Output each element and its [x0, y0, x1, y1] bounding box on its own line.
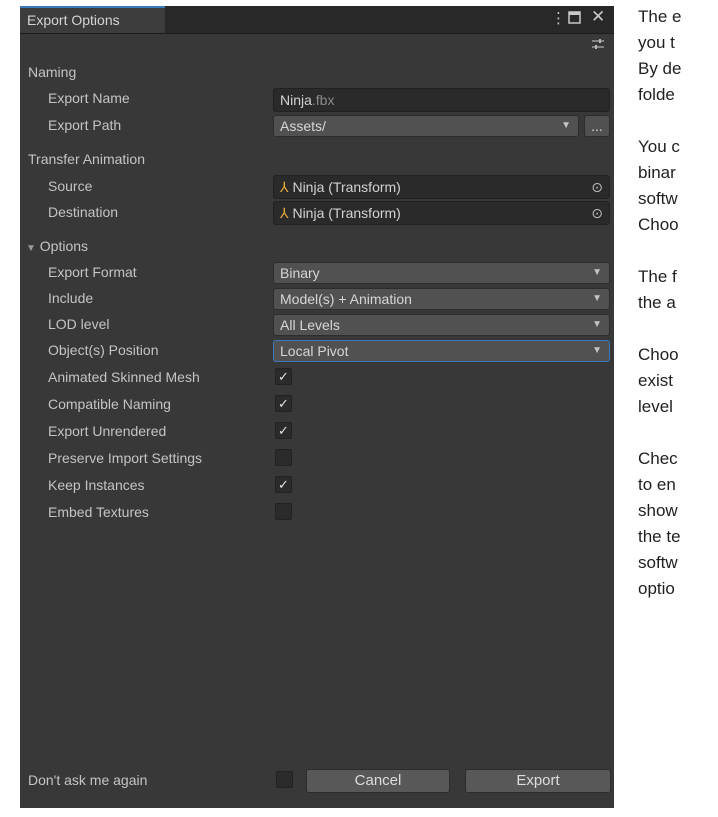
chevron-down-icon: ▼ [592, 345, 602, 356]
doc-line: show [638, 501, 678, 520]
lod-level-value: All Levels [280, 317, 340, 333]
doc-paragraph: You c binar softw Choo [638, 134, 718, 238]
checkmark-icon: ✓ [278, 396, 289, 411]
options-section-label: Options [39, 238, 89, 254]
source-field[interactable]: ⅄ Ninja (Transform) ⊙ [273, 175, 610, 199]
naming-section-label: Naming [28, 64, 77, 80]
export-name-label: Export Name [48, 90, 130, 106]
doc-line: the a [638, 293, 676, 312]
embed-textures-label: Embed Textures [48, 504, 149, 520]
destination-value: Ninja (Transform) [292, 205, 401, 221]
export-unrendered-label: Export Unrendered [48, 423, 167, 439]
export-name-base: Ninja [280, 92, 312, 108]
chevron-down-icon: ▼ [561, 120, 571, 131]
include-value: Model(s) + Animation [280, 291, 412, 307]
include-dropdown[interactable]: Model(s) + Animation ▼ [273, 288, 610, 310]
export-button[interactable]: Export [465, 769, 611, 793]
close-icon[interactable]: ✕ [591, 7, 605, 27]
compatible-naming-checkbox[interactable]: ✓ [275, 395, 292, 412]
doc-line: Chec [638, 449, 678, 468]
preserve-import-settings-checkbox[interactable] [275, 449, 292, 466]
options-foldout[interactable]: ▼ Options [26, 238, 88, 254]
destination-label: Destination [48, 204, 119, 220]
source-value: Ninja (Transform) [292, 179, 401, 195]
doc-line: The f [638, 267, 677, 286]
lod-level-dropdown[interactable]: All Levels ▼ [273, 314, 610, 336]
keep-instances-label: Keep Instances [48, 477, 145, 493]
lod-level-label: LOD level [48, 316, 110, 332]
doc-paragraph: Choo exist level [638, 342, 718, 420]
export-name-extension: .fbx [311, 92, 335, 108]
doc-line: softw [638, 189, 678, 208]
maximize-icon[interactable] [568, 10, 581, 30]
doc-line: to en [638, 475, 676, 494]
title-bar: Export Options ⋮ ✕ [20, 6, 614, 34]
transform-icon: ⅄ [280, 205, 289, 221]
export-path-label: Export Path [48, 117, 122, 133]
preserve-import-settings-label: Preserve Import Settings [48, 450, 203, 466]
transfer-animation-section-label: Transfer Animation [28, 151, 145, 167]
doc-line: By de [638, 59, 682, 78]
animated-skinned-mesh-checkbox[interactable]: ✓ [275, 368, 292, 385]
animated-skinned-mesh-label: Animated Skinned Mesh [48, 369, 200, 385]
doc-line: you t [638, 33, 675, 52]
object-position-label: Object(s) Position [48, 342, 159, 358]
export-path-value: Assets/ [280, 118, 326, 134]
object-position-value: Local Pivot [280, 343, 349, 359]
foldout-arrow-icon: ▼ [26, 243, 36, 254]
checkmark-icon: ✓ [278, 423, 289, 438]
destination-field[interactable]: ⅄ Ninja (Transform) ⊙ [273, 201, 610, 225]
dont-ask-again-label: Don't ask me again [28, 772, 148, 788]
export-format-dropdown[interactable]: Binary ▼ [273, 262, 610, 284]
compatible-naming-label: Compatible Naming [48, 396, 171, 412]
tab-export-options[interactable]: Export Options [20, 6, 165, 33]
doc-line: exist [638, 371, 673, 390]
checkmark-icon: ✓ [278, 369, 289, 384]
doc-line: optio [638, 579, 675, 598]
export-unrendered-checkbox[interactable]: ✓ [275, 422, 292, 439]
chevron-down-icon: ▼ [592, 319, 602, 330]
doc-line: softw [638, 553, 678, 572]
object-position-dropdown[interactable]: Local Pivot ▼ [273, 340, 610, 362]
documentation-text: The e you t By de folde You c binar soft… [638, 4, 718, 628]
browse-button[interactable]: ... [584, 115, 610, 137]
doc-line: The e [638, 7, 682, 26]
cancel-button[interactable]: Cancel [306, 769, 450, 793]
export-name-field[interactable]: Ninja.fbx [273, 88, 610, 112]
chevron-down-icon: ▼ [592, 293, 602, 304]
doc-line: You c [638, 137, 680, 156]
checkmark-icon: ✓ [278, 477, 289, 492]
object-picker-icon[interactable]: ⊙ [591, 176, 603, 198]
doc-line: Choo [638, 345, 679, 364]
keep-instances-checkbox[interactable]: ✓ [275, 476, 292, 493]
export-format-value: Binary [280, 265, 320, 281]
include-label: Include [48, 290, 94, 306]
doc-line: level [638, 397, 673, 416]
doc-line: binar [638, 163, 676, 182]
doc-line: the te [638, 527, 681, 546]
kebab-menu-icon[interactable]: ⋮ [551, 9, 566, 29]
export-path-dropdown[interactable]: Assets/ ▼ [273, 115, 579, 137]
export-format-label: Export Format [48, 264, 137, 280]
settings-sliders-icon[interactable] [591, 37, 605, 53]
chevron-down-icon: ▼ [592, 267, 602, 278]
object-picker-icon[interactable]: ⊙ [591, 202, 603, 224]
doc-line: folde [638, 85, 675, 104]
doc-line: Choo [638, 215, 679, 234]
embed-textures-checkbox[interactable] [275, 503, 292, 520]
export-options-window: Export Options ⋮ ✕ Naming Export Name Ni… [20, 6, 614, 808]
transform-icon: ⅄ [280, 179, 289, 195]
doc-paragraph: The f the a [638, 264, 718, 316]
doc-paragraph: The e you t By de folde [638, 4, 718, 108]
source-label: Source [48, 178, 93, 194]
dont-ask-again-checkbox[interactable] [276, 771, 293, 788]
doc-paragraph: Chec to en show the te softw optio [638, 446, 718, 602]
